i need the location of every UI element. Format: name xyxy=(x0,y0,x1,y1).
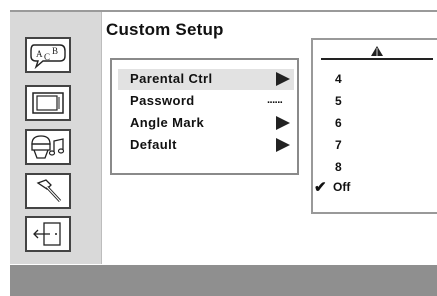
sidebar-item-display[interactable] xyxy=(25,85,71,121)
menu-item-label: Default xyxy=(130,137,177,152)
language-speech-bubble-icon: A C B xyxy=(30,44,66,69)
sidebar: A C B xyxy=(10,12,102,264)
sidebar-item-exit[interactable] xyxy=(25,216,71,252)
menu-item-password[interactable]: Password ...... xyxy=(118,91,294,112)
option-label: 7 xyxy=(335,138,342,152)
sidebar-item-custom[interactable] xyxy=(25,173,71,209)
option-item-8[interactable]: 8 xyxy=(313,158,433,178)
password-mask: ...... xyxy=(267,94,283,106)
option-item-off[interactable]: ✔ Off xyxy=(313,178,433,198)
menu-item-angle-mark[interactable]: Angle Mark xyxy=(118,113,294,134)
speech-letter-c: C xyxy=(44,52,50,62)
option-label: Off xyxy=(333,180,351,194)
option-item-7[interactable]: 7 xyxy=(313,136,433,156)
option-item-5[interactable]: 5 xyxy=(313,92,433,112)
option-header[interactable] xyxy=(321,44,433,60)
page-title: Custom Setup xyxy=(106,20,224,39)
menu-item-label: Angle Mark xyxy=(130,115,205,130)
option-item-4[interactable]: 4 xyxy=(313,70,433,90)
option-item-6[interactable]: 6 xyxy=(313,114,433,134)
menu-item-default[interactable]: Default xyxy=(118,135,294,156)
speech-letter-a: A xyxy=(36,49,43,59)
option-label: 6 xyxy=(335,116,342,130)
audio-speaker-music-icon xyxy=(31,135,65,159)
menu-item-parental-ctrl[interactable]: Parental Ctrl xyxy=(118,69,294,90)
scroll-up-arrow-icon xyxy=(371,46,383,56)
sidebar-item-language[interactable]: A C B xyxy=(25,37,71,73)
right-arrow-icon xyxy=(276,138,290,152)
option-label: 5 xyxy=(335,94,342,108)
option-label: 4 xyxy=(335,72,342,86)
setup-screen: A C B Custom Setup Parental Ctrl Passwor… xyxy=(10,10,437,296)
right-arrow-icon xyxy=(276,116,290,130)
exit-door-icon xyxy=(33,222,61,246)
menu-item-label: Password xyxy=(130,93,195,108)
speech-letter-b: B xyxy=(52,46,58,56)
hammer-tool-icon xyxy=(36,179,62,203)
right-arrow-icon xyxy=(276,72,290,86)
tv-screen-icon xyxy=(32,92,64,114)
bottom-status-bar xyxy=(10,265,437,296)
check-icon: ✔ xyxy=(314,179,327,196)
option-label: 8 xyxy=(335,160,342,174)
settings-menu: Parental Ctrl Password ...... Angle Mark… xyxy=(110,58,299,175)
menu-item-label: Parental Ctrl xyxy=(130,71,213,86)
sidebar-item-audio[interactable] xyxy=(25,129,71,165)
parental-level-panel: 4 5 6 7 8 ✔ Off xyxy=(311,38,437,214)
